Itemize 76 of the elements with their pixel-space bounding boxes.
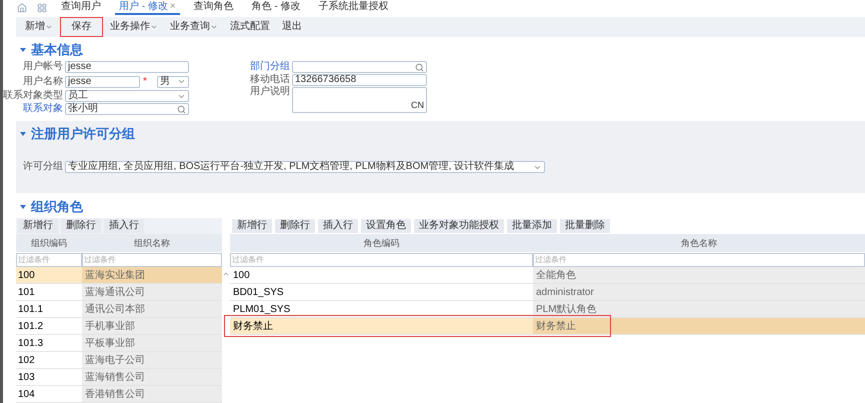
toolbar-button[interactable]: 退出 (277, 17, 307, 37)
search-icon[interactable] (177, 104, 186, 114)
input-field[interactable]: jesse (65, 61, 189, 73)
field-label: 许可分组 (22, 162, 64, 172)
search-icon[interactable] (415, 62, 424, 72)
grid-icon[interactable] (37, 2, 47, 12)
table-cell[interactable]: 手机事业部 (82, 318, 222, 334)
filter-field[interactable]: 过滤条件 (16, 253, 82, 267)
tab[interactable]: 角色 - 修改 (248, 0, 305, 15)
caret-icon (210, 23, 218, 31)
toolbar-button[interactable]: 业务操作 (105, 17, 163, 37)
table-cell[interactable]: PLM默认角色 (533, 301, 865, 317)
toolbar-button[interactable]: 新增行 (232, 219, 272, 233)
required-mark: * (143, 75, 148, 89)
table-cell[interactable]: 蓝海电子公司 (82, 352, 222, 368)
table-cell[interactable]: 蓝海销售公司 (82, 369, 222, 385)
collapse-triangle-icon[interactable] (20, 132, 26, 136)
toolbar-button[interactable]: 设置角色 (361, 219, 411, 233)
filter-field[interactable]: 过滤条件 (82, 253, 222, 267)
collapse-triangle-icon[interactable] (20, 48, 26, 52)
field-label: 联系对象类型 (3, 91, 64, 101)
filter-field[interactable]: 过滤条件 (230, 253, 533, 267)
scroll-up-icon[interactable] (222, 270, 230, 278)
toolbar-button[interactable]: 流式配置 (225, 17, 275, 37)
toolbar-button[interactable]: 业务对象功能授权 (414, 219, 504, 233)
input-field[interactable]: 13266736658 (292, 74, 427, 86)
field-label: 用户说明 (249, 87, 291, 97)
tab[interactable]: 子系统批量授权 (314, 0, 393, 15)
table-cell[interactable]: 通讯公司本部 (82, 301, 222, 317)
toolbar-button[interactable]: 插入行 (318, 219, 358, 233)
input-field[interactable] (292, 61, 427, 73)
toolbar-button[interactable]: 新增行 (18, 219, 58, 233)
table-cell[interactable]: 蓝海通讯公司 (82, 284, 222, 300)
table-cell[interactable]: 蓝海实业集团 (82, 267, 222, 283)
table-cell[interactable]: 全能角色 (533, 267, 865, 283)
caret-icon (150, 23, 158, 31)
toolbar-button[interactable]: 插入行 (104, 219, 144, 233)
toolbar-button[interactable]: 删除行 (61, 219, 101, 233)
input-field[interactable]: 专业应用组, 全员应用组, BOS运行平台-独立开发, PLM文档管理, PLM物料及BOM管理, 设计软件集成 (65, 161, 545, 173)
field-label: 用户名称 (22, 76, 64, 86)
table-cell[interactable]: 香港销售公司 (82, 386, 222, 402)
toolbar-button[interactable]: 业务查询 (165, 17, 223, 37)
table-cell[interactable]: administrator (533, 284, 865, 300)
toolbar-button[interactable]: 删除行 (275, 219, 315, 233)
input-field[interactable]: jesse (65, 76, 140, 88)
table-cell[interactable]: 财务禁止 (230, 318, 533, 334)
input-field[interactable]: 员工 (65, 90, 189, 102)
tab[interactable]: 用户 - 修改 × (115, 0, 180, 15)
table-cell[interactable]: 平板事业部 (82, 335, 222, 351)
caret-icon (45, 23, 53, 31)
filter-field[interactable]: 过滤条件 (533, 253, 865, 267)
column-header[interactable]: 组织名称 (82, 234, 222, 252)
field-label[interactable]: 部门分组 (248, 62, 292, 72)
toolbar-button[interactable]: 保存 (60, 17, 103, 37)
table-cell[interactable]: 财务禁止 (533, 318, 865, 334)
field-label: 用户帐号 (22, 62, 64, 72)
input-field[interactable]: CN (292, 87, 427, 113)
input-field[interactable]: 男 (157, 76, 189, 88)
tab[interactable]: 查询用户 (57, 0, 105, 15)
field-label[interactable]: 联系对象 (3, 104, 65, 114)
toolbar-button[interactable]: 新增 (20, 17, 58, 37)
field-label: 移动电话 (249, 75, 291, 85)
tab[interactable]: 查询角色 (190, 0, 238, 15)
input-field[interactable]: 张小明 (65, 103, 189, 115)
toolbar-button[interactable]: 批量添加 (507, 219, 557, 233)
language-label: CN (411, 101, 424, 112)
section-title: 注册用户许可分组 (31, 127, 135, 140)
collapse-triangle-icon[interactable] (20, 204, 26, 208)
home-icon[interactable] (17, 2, 27, 12)
section-title: 基本信息 (31, 43, 83, 56)
column-header[interactable]: 角色编码 (230, 234, 533, 252)
column-header[interactable]: 角色名称 (533, 234, 865, 252)
table-cell[interactable]: 100 (16, 267, 82, 283)
section-title: 组织角色 (31, 200, 83, 213)
toolbar-button[interactable]: 批量删除 (560, 219, 610, 233)
column-header[interactable]: 组织编码 (16, 234, 82, 252)
